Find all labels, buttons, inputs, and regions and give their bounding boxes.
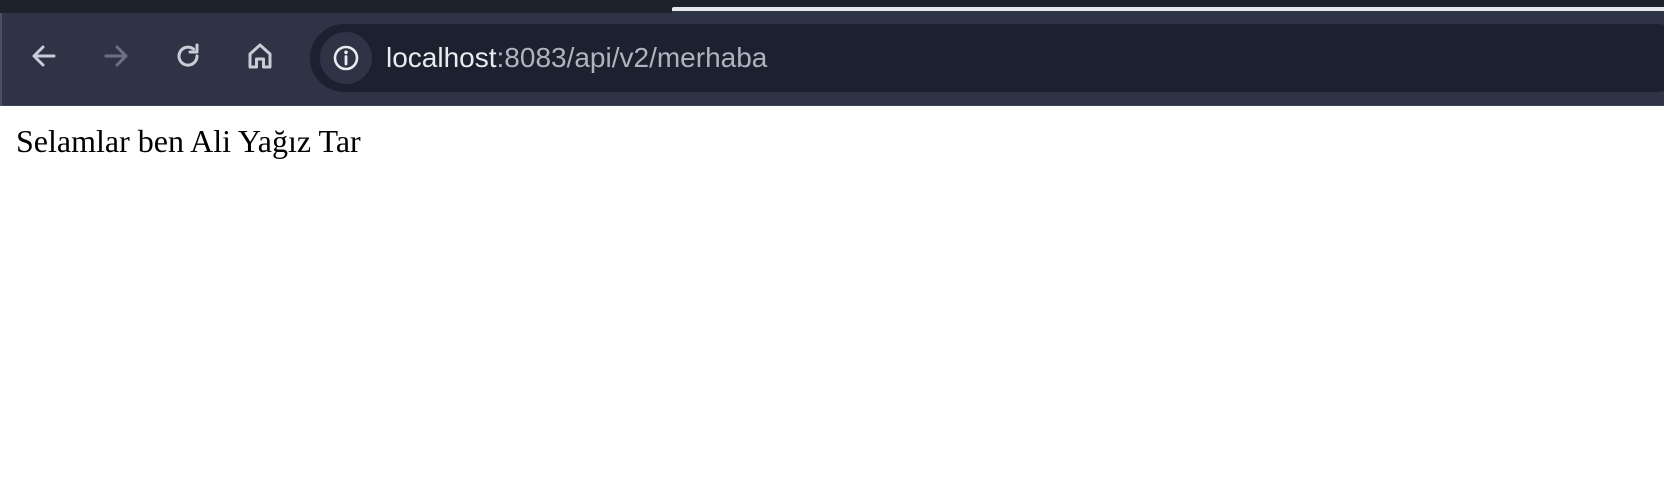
site-info-button[interactable] bbox=[320, 32, 372, 84]
home-icon bbox=[248, 43, 272, 69]
body-text: Selamlar ben Ali Yağız Tar bbox=[16, 123, 361, 159]
page-content: Selamlar ben Ali Yağız Tar bbox=[0, 106, 1664, 504]
arrow-right-icon bbox=[104, 45, 128, 67]
reload-button[interactable] bbox=[168, 36, 208, 76]
info-icon bbox=[333, 45, 359, 71]
window-edge bbox=[0, 13, 2, 106]
url-path: :8083/api/v2/merhaba bbox=[496, 42, 768, 73]
arrow-left-icon bbox=[32, 45, 56, 67]
home-button[interactable] bbox=[240, 36, 280, 76]
reload-icon bbox=[177, 43, 199, 67]
back-button[interactable] bbox=[24, 36, 64, 76]
forward-button[interactable] bbox=[96, 36, 136, 76]
url-host: localhost bbox=[386, 42, 497, 73]
url-text[interactable]: localhost:8083/api/v2/merhaba bbox=[386, 38, 767, 78]
